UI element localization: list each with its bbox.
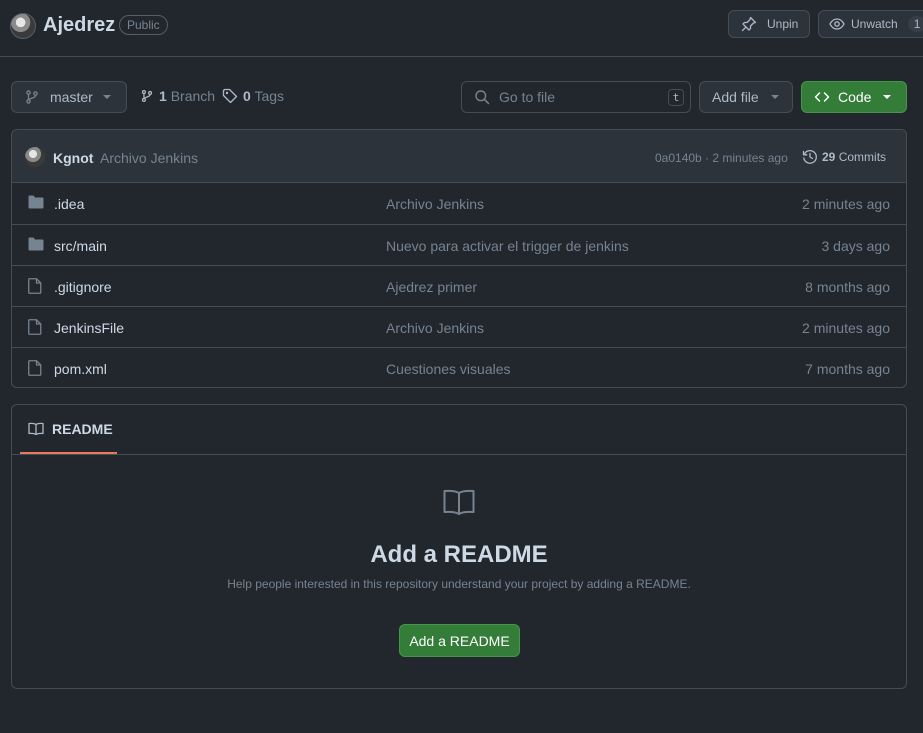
add-file-label: Add file (712, 89, 759, 105)
tags-link[interactable]: 0 Tags (222, 88, 284, 104)
visibility-badge: Public (119, 15, 168, 35)
author-avatar[interactable] (25, 147, 45, 167)
file-icon (28, 319, 42, 335)
file-name[interactable]: JenkinsFile (54, 320, 124, 336)
file-row[interactable]: JenkinsFile Archivo Jenkins 2 minutes ag… (12, 306, 906, 347)
branch-select-button[interactable]: master (11, 81, 127, 113)
eye-icon (829, 16, 845, 32)
code-label: Code (838, 89, 872, 105)
file-commit-message[interactable]: Cuestiones visuales (386, 361, 511, 377)
commit-author[interactable]: Kgnot (53, 150, 93, 166)
search-placeholder: Go to file (499, 89, 556, 105)
git-branch-icon (140, 88, 154, 104)
pin-icon (741, 16, 757, 32)
file-row[interactable]: .gitignore Ajedrez primer 8 months ago (12, 265, 906, 306)
chevron-down-icon (102, 94, 112, 100)
latest-commit-bar: Kgnot Archivo Jenkins 0a0140b · 2 minute… (12, 130, 906, 183)
watch-count: 1 (907, 16, 923, 32)
repo-name[interactable]: Ajedrez (43, 14, 115, 37)
git-branch-icon (24, 89, 40, 105)
file-name[interactable]: pom.xml (54, 361, 107, 377)
readme-panel: README Add a README Help people interest… (11, 404, 907, 689)
file-icon (28, 278, 42, 294)
file-age: 7 months ago (805, 361, 890, 377)
commits-label: Commits (838, 150, 887, 164)
file-name[interactable]: src/main (54, 238, 107, 254)
commits-history-link[interactable]: 29 Commits (802, 149, 886, 165)
readme-empty-subtitle: Help people interested in this repositor… (227, 577, 691, 591)
file-age: 8 months ago (805, 279, 890, 295)
tag-label: Tags (254, 88, 285, 104)
unwatch-label: Unwatch (851, 17, 898, 31)
unpin-button[interactable]: Unpin (728, 10, 810, 38)
file-name[interactable]: .gitignore (54, 279, 112, 295)
readme-tab-bar: README (12, 405, 906, 455)
search-icon (474, 89, 490, 105)
file-commit-message[interactable]: Archivo Jenkins (386, 320, 484, 336)
repo-header: Ajedrez Public Unpin Unwatch 1 (0, 0, 923, 57)
branch-name: master (50, 89, 93, 105)
branches-link[interactable]: 1 Branch (140, 88, 215, 104)
book-icon (443, 489, 475, 517)
readme-empty-title: Add a README (370, 541, 548, 568)
commit-message[interactable]: Archivo Jenkins (100, 150, 198, 166)
file-commit-message[interactable]: Nuevo para activar el trigger de jenkins (386, 238, 629, 254)
file-age: 2 minutes ago (802, 196, 890, 212)
add-file-button[interactable]: Add file (699, 81, 793, 113)
tab-readme[interactable]: README (20, 405, 117, 454)
owner-avatar[interactable] (10, 13, 36, 39)
unpin-label: Unpin (767, 17, 799, 31)
code-button[interactable]: Code (801, 81, 907, 113)
file-table: Kgnot Archivo Jenkins 0a0140b · 2 minute… (11, 129, 907, 388)
file-row[interactable]: .idea Archivo Jenkins 2 minutes ago (12, 183, 906, 224)
commits-count: 29 (822, 150, 836, 164)
add-readme-button[interactable]: Add a README (399, 624, 520, 657)
file-commit-message[interactable]: Ajedrez primer (386, 279, 477, 295)
folder-icon (28, 195, 44, 209)
file-row[interactable]: src/main Nuevo para activar el trigger d… (12, 224, 906, 265)
file-age: 2 minutes ago (802, 320, 890, 336)
history-icon (802, 149, 818, 165)
file-row[interactable]: pom.xml Cuestiones visuales 7 months ago (12, 347, 906, 387)
file-name[interactable]: .idea (54, 196, 84, 212)
chevron-down-icon (882, 94, 892, 100)
unwatch-button[interactable]: Unwatch 1 (818, 10, 923, 38)
file-age: 3 days ago (821, 238, 891, 254)
file-commit-message[interactable]: Archivo Jenkins (386, 196, 484, 212)
book-icon (28, 421, 44, 437)
code-icon (814, 89, 830, 105)
tag-icon (222, 88, 238, 104)
keyboard-shortcut-hint: t (668, 89, 684, 106)
commit-meta[interactable]: 0a0140b · 2 minutes ago (655, 151, 788, 165)
go-to-file-input[interactable]: Go to file t (461, 81, 691, 113)
tag-count: 0 (243, 88, 251, 104)
file-icon (28, 360, 42, 376)
chevron-down-icon (770, 94, 780, 100)
folder-icon (28, 237, 44, 251)
readme-tab-label: README (52, 420, 113, 437)
branch-label: Branch (170, 88, 216, 104)
branch-count: 1 (159, 88, 167, 104)
